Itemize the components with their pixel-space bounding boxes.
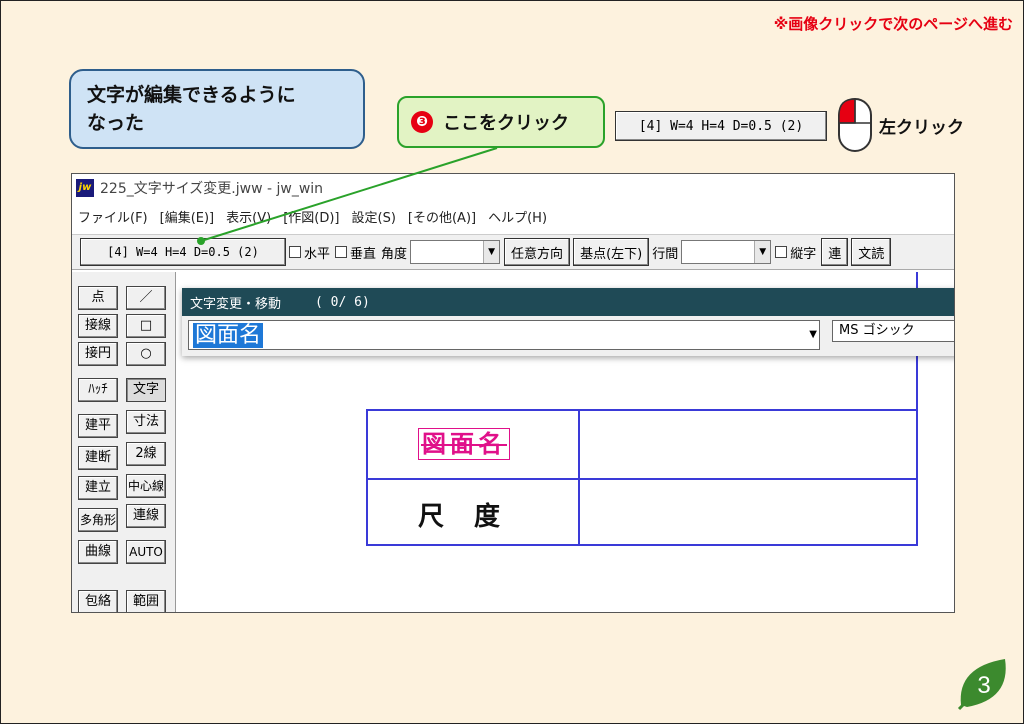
dialog-titlebar: 文字変更・移動 ( 0/ 6): [182, 288, 954, 316]
step-number-badge: ❸: [411, 111, 433, 133]
left-click-label: 左クリック: [879, 118, 964, 138]
dropdown-arrow-icon: ▼: [754, 241, 771, 263]
window-title: 225_文字サイズ変更.jww - jw_win: [100, 181, 324, 197]
line-spacing-combo[interactable]: ▼: [681, 240, 772, 264]
tool-point[interactable]: 点: [78, 286, 118, 310]
tool-auto[interactable]: AUTO: [126, 540, 166, 564]
dropdown-arrow-icon: ▼: [483, 241, 500, 263]
table-line: [366, 478, 918, 480]
tool-envelope[interactable]: 包絡: [78, 590, 118, 612]
jw-app-icon: jw: [76, 179, 94, 197]
vertical-text-checkbox[interactable]: 縦字: [775, 243, 816, 262]
menu-other[interactable]: [その他(A)]: [408, 207, 476, 226]
menu-draw[interactable]: [作図(D)]: [283, 207, 339, 226]
step-instruction: ❸ ここをクリック: [397, 96, 605, 148]
menu-view[interactable]: 表示(V): [226, 207, 271, 226]
continuous-button[interactable]: 連: [821, 238, 849, 266]
tool-double-line[interactable]: 2線: [126, 442, 166, 466]
menu-edit[interactable]: [編集(E)]: [160, 207, 215, 226]
horizontal-checkbox[interactable]: 水平: [289, 243, 330, 262]
table-line: [366, 409, 918, 411]
vertical-checkbox[interactable]: 垂直: [335, 243, 376, 262]
tool-dimension[interactable]: 寸法: [126, 410, 166, 434]
tool-line[interactable]: ／: [126, 286, 166, 310]
tool-center-line[interactable]: 中心線: [126, 474, 166, 498]
menu-help[interactable]: ヘルプ(H): [488, 207, 547, 226]
line-spacing-label: 行間: [652, 246, 679, 262]
text-edit-dialog: 文字変更・移動 ( 0/ 6) 図面名 ▼ MS ゴシック: [182, 288, 954, 356]
menu-bar: ファイル(F) [編集(E)] 表示(V) [作図(D)] 設定(S) [その他…: [72, 204, 559, 228]
text-toolbar: [4] W=4 H=4 D=0.5 (2) 水平 垂直 角度 ▼ 任意方向 基点…: [72, 234, 954, 270]
page-number: 3: [977, 672, 990, 699]
tool-range[interactable]: 範囲: [126, 590, 166, 612]
tool-hatch[interactable]: ﾊｯﾁ: [78, 378, 118, 402]
table-line: [366, 409, 368, 546]
vertical-text-label: 縦字: [790, 246, 817, 262]
table-line: [578, 409, 580, 546]
tool-palette: 点 接線 接円 ﾊｯﾁ 建平 建断 建立 多角形 曲線 包絡 ／ □ ○ 文字 …: [72, 272, 176, 612]
jw-win-window: jw 225_文字サイズ変更.jww - jw_win ファイル(F) [編集(…: [71, 173, 955, 613]
callout-line-1: 文字が編集できるように: [87, 84, 296, 106]
read-text-button[interactable]: 文読: [851, 238, 892, 266]
slide: ※画像クリックで次のページへ進む 文字が編集できるように なった ❸ ここをクリ…: [0, 0, 1024, 724]
tool-circle[interactable]: ○: [126, 342, 166, 366]
window-titlebar: jw 225_文字サイズ変更.jww - jw_win: [72, 174, 954, 202]
text-type-button[interactable]: [4] W=4 H=4 D=0.5 (2): [80, 238, 286, 266]
drawing-scale-text[interactable]: 尺度: [418, 496, 530, 533]
checkbox-icon: [289, 246, 301, 258]
next-page-note[interactable]: ※画像クリックで次のページへ進む: [774, 13, 1013, 34]
dropdown-arrow-icon[interactable]: ▼: [809, 329, 817, 340]
reference-text-type-button: [4] W=4 H=4 D=0.5 (2): [615, 111, 827, 141]
base-point-button[interactable]: 基点(左下): [573, 238, 650, 266]
tool-rectangle[interactable]: □: [126, 314, 166, 338]
angle-label: 角度: [381, 246, 408, 262]
checkbox-icon: [335, 246, 348, 258]
selected-text: 図面名: [193, 323, 264, 348]
arbitrary-direction-button[interactable]: 任意方向: [504, 238, 571, 266]
tool-section[interactable]: 建断: [78, 446, 118, 470]
tool-text[interactable]: 文字: [126, 378, 166, 402]
tool-elevation[interactable]: 建立: [78, 476, 118, 500]
mouse-left-click-icon: [838, 98, 872, 152]
tool-tangent-circle[interactable]: 接円: [78, 342, 118, 366]
dialog-title: 文字変更・移動: [190, 296, 282, 312]
explanation-callout: 文字が編集できるように なった: [69, 69, 365, 149]
menu-file[interactable]: ファイル(F): [78, 207, 148, 226]
tool-polygon[interactable]: 多角形: [78, 508, 118, 532]
angle-combo[interactable]: ▼: [410, 240, 501, 264]
callout-line-2: なった: [87, 112, 145, 134]
table-line: [366, 544, 918, 546]
table-line: [916, 409, 918, 546]
drawing-title-text-selected[interactable]: 図面名: [418, 428, 510, 460]
menu-settings[interactable]: 設定(S): [352, 207, 396, 226]
step-label: ここをクリック: [443, 113, 569, 134]
vertical-label: 垂直: [350, 246, 377, 262]
horizontal-label: 水平: [304, 246, 331, 262]
checkbox-icon: [775, 246, 788, 258]
dialog-counter: ( 0/ 6): [315, 294, 370, 310]
tool-curve[interactable]: 曲線: [78, 540, 118, 564]
tool-plan[interactable]: 建平: [78, 414, 118, 438]
text-edit-input[interactable]: 図面名 ▼: [188, 320, 820, 350]
tool-tangent[interactable]: 接線: [78, 314, 118, 338]
tool-connected-line[interactable]: 連線: [126, 504, 166, 528]
font-select[interactable]: MS ゴシック: [832, 320, 954, 342]
leaf-page-badge-icon: 3: [957, 659, 1006, 711]
